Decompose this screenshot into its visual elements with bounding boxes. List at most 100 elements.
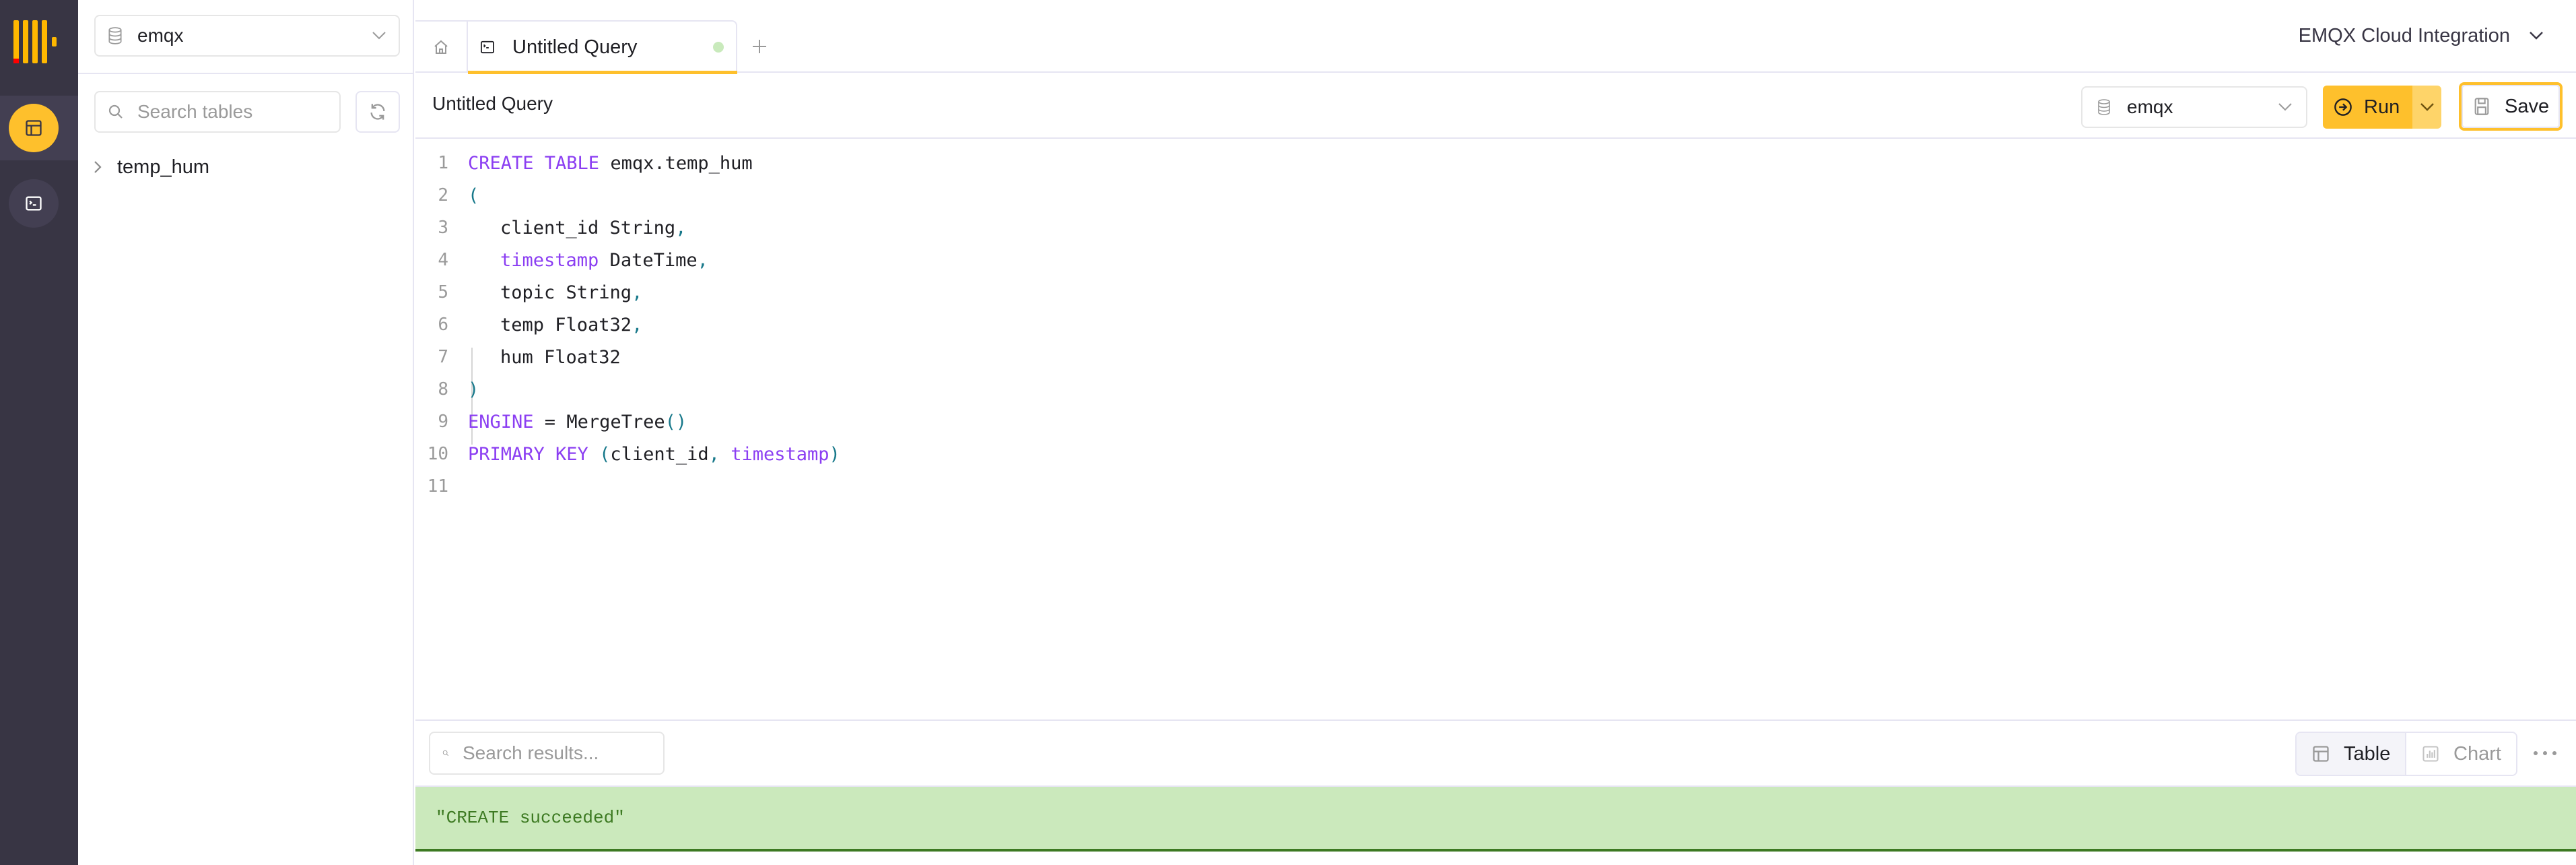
results-toolbar: Table Chart	[415, 719, 2576, 787]
code-line[interactable]: 9 ENGINE = MergeTree()	[415, 406, 2576, 438]
code-text: timestamp DateTime,	[500, 250, 708, 271]
terminal-icon	[26, 196, 42, 211]
run-options-button[interactable]	[2412, 86, 2441, 129]
database-select-value: emqx	[137, 25, 184, 46]
more-options-button[interactable]	[2530, 745, 2561, 761]
code-text: client_id String,	[500, 218, 686, 238]
code-line[interactable]: 7 hum Float32	[415, 341, 2576, 373]
code-text: ENGINE = MergeTree()	[468, 412, 687, 433]
sql-punctuation: ()	[665, 411, 687, 433]
code-line[interactable]: 3 client_id String,	[415, 212, 2576, 244]
run-label: Run	[2364, 96, 2400, 118]
view-chart-button[interactable]: Chart	[2406, 733, 2516, 775]
chevron-down-icon	[372, 32, 386, 40]
code-line[interactable]: 1 CREATE TABLE emqx.temp_hum	[415, 147, 2576, 179]
rail-item-tables[interactable]	[9, 104, 59, 152]
result-message: "CREATE succeeded"	[415, 787, 2576, 852]
sql-punctuation: )	[829, 443, 840, 465]
code-text: PRIMARY KEY (client_id, timestamp)	[468, 444, 840, 465]
sql-token: = MergeTree	[533, 411, 665, 433]
code-line[interactable]: 2(	[415, 179, 2576, 212]
query-database-select[interactable]: emqx	[2081, 86, 2307, 128]
line-number: 10	[427, 444, 448, 464]
code-line[interactable]: 6 temp Float32,	[415, 309, 2576, 341]
chevron-down-icon	[2278, 103, 2292, 111]
sql-punctuation: ,	[697, 249, 708, 271]
result-message-text: "CREATE succeeded"	[436, 808, 625, 828]
sql-token: DateTime	[599, 249, 698, 271]
app-rail	[0, 0, 78, 865]
line-number: 11	[427, 476, 448, 496]
query-title[interactable]: Untitled Query	[432, 93, 553, 115]
sql-token: client_id	[610, 443, 709, 465]
chevron-down-icon	[2420, 103, 2434, 111]
tab-untitled-query[interactable]: Untitled Query	[468, 20, 737, 74]
line-number: 7	[438, 347, 448, 367]
view-table-button[interactable]: Table	[2297, 733, 2406, 775]
code-line[interactable]: 11	[415, 470, 2576, 503]
database-select[interactable]: emqx	[94, 15, 400, 57]
code-line[interactable]: 4 timestamp DateTime,	[415, 244, 2576, 276]
query-toolbar: Untitled Query emqx Run Save	[415, 73, 2576, 139]
sql-keyword: ENGINE	[468, 411, 534, 433]
run-button[interactable]: Run	[2323, 86, 2412, 129]
line-number: 3	[438, 218, 448, 238]
search-tables-input[interactable]	[137, 101, 326, 123]
code-text: CREATE TABLE emqx.temp_hum	[468, 153, 753, 174]
line-number: 9	[438, 412, 448, 432]
plus-icon	[753, 40, 766, 53]
search-icon	[108, 104, 123, 119]
sql-keyword: PRIMARY KEY	[468, 443, 588, 465]
tab-label: Untitled Query	[512, 36, 638, 58]
line-number: 1	[438, 153, 448, 173]
search-results-field[interactable]	[429, 732, 665, 775]
sql-punctuation: ,	[632, 282, 643, 303]
new-tab-button[interactable]	[744, 31, 775, 62]
sidebar: emqx temp_hum	[78, 0, 414, 865]
code-text: hum Float32	[500, 347, 621, 368]
more-horizontal-icon	[2534, 751, 2538, 755]
terminal-icon	[481, 40, 494, 54]
sql-editor[interactable]: 1 CREATE TABLE emqx.temp_hum 2(3 client_id …	[415, 140, 2576, 719]
code-text: (	[468, 185, 479, 206]
sql-keyword: timestamp	[731, 443, 829, 465]
chevron-right-icon[interactable]	[93, 160, 102, 174]
unsaved-status-dot	[713, 42, 724, 53]
home-icon	[434, 40, 448, 54]
database-icon	[108, 27, 122, 44]
code-text: )	[468, 379, 479, 400]
search-results-input[interactable]	[463, 742, 651, 764]
sql-punctuation: (	[468, 185, 479, 206]
code-line[interactable]: 8)	[415, 373, 2576, 406]
search-tables-field[interactable]	[94, 91, 341, 133]
query-database-value: emqx	[2127, 96, 2173, 117]
code-line[interactable]: 10 PRIMARY KEY (client_id, timestamp)	[415, 438, 2576, 470]
line-number: 2	[438, 185, 448, 205]
table-tree-item[interactable]: temp_hum	[93, 154, 209, 181]
sql-punctuation: )	[468, 379, 479, 400]
sql-keyword: timestamp	[500, 249, 599, 271]
code-line[interactable]: 5 topic String,	[415, 276, 2576, 309]
run-button-group: Run	[2323, 86, 2441, 129]
rail-item-queries[interactable]	[9, 179, 59, 228]
divider	[78, 73, 414, 74]
save-icon	[2474, 98, 2489, 115]
table-name: temp_hum	[117, 156, 210, 178]
view-table-label: Table	[2344, 742, 2391, 765]
line-number: 5	[438, 282, 448, 302]
home-tab[interactable]	[415, 20, 468, 73]
chart-icon	[2422, 746, 2439, 762]
app-logo[interactable]	[13, 20, 58, 65]
save-button[interactable]: Save	[2459, 82, 2563, 131]
code-text: topic String,	[500, 282, 642, 303]
main-panel: Untitled Query EMQX Cloud Integration Un…	[415, 0, 2576, 865]
refresh-button[interactable]	[355, 91, 400, 133]
sql-token: hum Float32	[500, 346, 621, 368]
view-chart-label: Chart	[2453, 742, 2501, 765]
save-label: Save	[2505, 95, 2550, 117]
arrow-circle-right-icon	[2334, 98, 2352, 116]
sql-token: topic String	[500, 282, 632, 303]
sql-punctuation: ,	[708, 443, 720, 465]
organization-switcher[interactable]: EMQX Cloud Integration	[2299, 20, 2544, 51]
